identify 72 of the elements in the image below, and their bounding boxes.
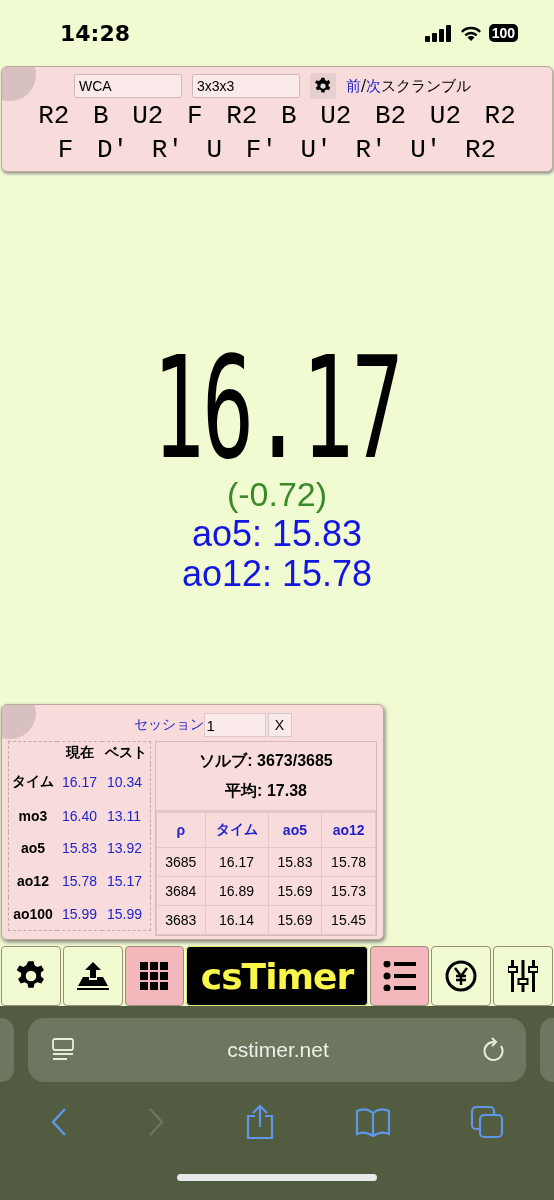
table-cell[interactable]: 16.89: [205, 876, 269, 906]
table-cell[interactable]: 15.45: [321, 905, 376, 935]
next-link[interactable]: 次: [366, 76, 382, 95]
previous-link[interactable]: 前: [346, 76, 361, 95]
reload-icon[interactable]: [482, 1037, 506, 1063]
column-header[interactable]: ρ: [156, 812, 206, 848]
column-header[interactable]: ao5: [268, 812, 322, 848]
column-header[interactable]: タイム: [205, 812, 269, 848]
scramble-text: F D' R' U F' U' R' U' R2: [56, 134, 498, 167]
row-label: ao5: [8, 832, 57, 865]
yen-icon: [444, 959, 479, 993]
scramble-type-field[interactable]: WCA: [74, 74, 182, 98]
sliders-button[interactable]: [493, 946, 553, 1006]
grid-icon: [139, 961, 170, 991]
bookmarks-icon[interactable]: [354, 1107, 391, 1137]
row-label: タイム: [8, 764, 57, 800]
battery-level: 100: [488, 24, 518, 42]
table-cell[interactable]: 3685: [156, 847, 206, 877]
column-header: 現在: [57, 741, 103, 764]
column-header: ベスト: [102, 741, 151, 764]
scramble-label: スクランブル: [381, 76, 472, 95]
table-cell[interactable]: 16.40: [57, 799, 103, 833]
table-cell[interactable]: 10.34: [102, 764, 151, 800]
table-cell[interactable]: 13.92: [102, 832, 151, 865]
table-cell[interactable]: 15.78: [321, 847, 376, 877]
mean-text: 平均: 17.38: [224, 781, 308, 801]
grid-button[interactable]: [124, 946, 185, 1006]
logo-button[interactable]: csTimer: [186, 946, 368, 1006]
table-cell[interactable]: 15.83: [268, 847, 322, 877]
status-time: 14:28: [60, 20, 131, 46]
table-cell[interactable]: 15.17: [102, 864, 151, 898]
close-button[interactable]: X: [267, 713, 292, 737]
scramble-text: R2 B U2 F R2 B U2 B2 U2 R2: [37, 100, 517, 133]
signal-icon: [424, 24, 453, 42]
table-cell[interactable]: 15.99: [102, 897, 151, 931]
tabs-icon[interactable]: [470, 1105, 505, 1139]
export-button[interactable]: [62, 946, 123, 1006]
gear-button[interactable]: [1, 946, 61, 1006]
yen-button[interactable]: [431, 946, 492, 1006]
table-cell[interactable]: 15.69: [268, 905, 322, 935]
session-field[interactable]: 1: [203, 713, 266, 737]
puzzle-field[interactable]: 3x3x3: [192, 74, 300, 98]
upload-icon: [74, 960, 111, 992]
row-label: ao100: [8, 897, 57, 931]
table-cell[interactable]: 13.11: [102, 799, 151, 833]
table-cell[interactable]: 15.73: [321, 876, 376, 906]
table-cell[interactable]: 3683: [156, 905, 206, 935]
table-cell[interactable]: 16.17: [205, 847, 269, 877]
table-cell[interactable]: 15.69: [268, 876, 322, 906]
table-cell[interactable]: 15.99: [57, 897, 103, 931]
address-bar[interactable]: cstimer.net: [28, 1018, 526, 1082]
column-header[interactable]: ao12: [321, 812, 376, 848]
reader-icon[interactable]: [52, 1038, 74, 1062]
table-cell[interactable]: 15.83: [57, 832, 103, 865]
list-icon: [382, 961, 417, 991]
share-icon[interactable]: [245, 1104, 275, 1140]
back-icon[interactable]: [49, 1107, 68, 1137]
row-label: ao12: [8, 864, 57, 898]
table-cell[interactable]: 16.14: [205, 905, 269, 935]
separator-text: /: [361, 76, 367, 95]
url-text: cstimer.net: [227, 1038, 329, 1062]
list-button[interactable]: [369, 946, 430, 1006]
row-label: mo3: [8, 799, 57, 833]
table-cell[interactable]: 16.17: [57, 764, 103, 800]
session-label: セッション: [133, 716, 204, 734]
sliders-icon: [508, 959, 539, 993]
average-text: ao5: 15.83: [191, 514, 363, 554]
average-text: ao12: 15.78: [181, 554, 373, 594]
table-cell[interactable]: 3684: [156, 876, 206, 906]
solve-count: ソルブ: 3673/3685: [198, 751, 334, 771]
settings-button[interactable]: [310, 73, 336, 99]
table-cell[interactable]: 15.78: [57, 864, 103, 898]
